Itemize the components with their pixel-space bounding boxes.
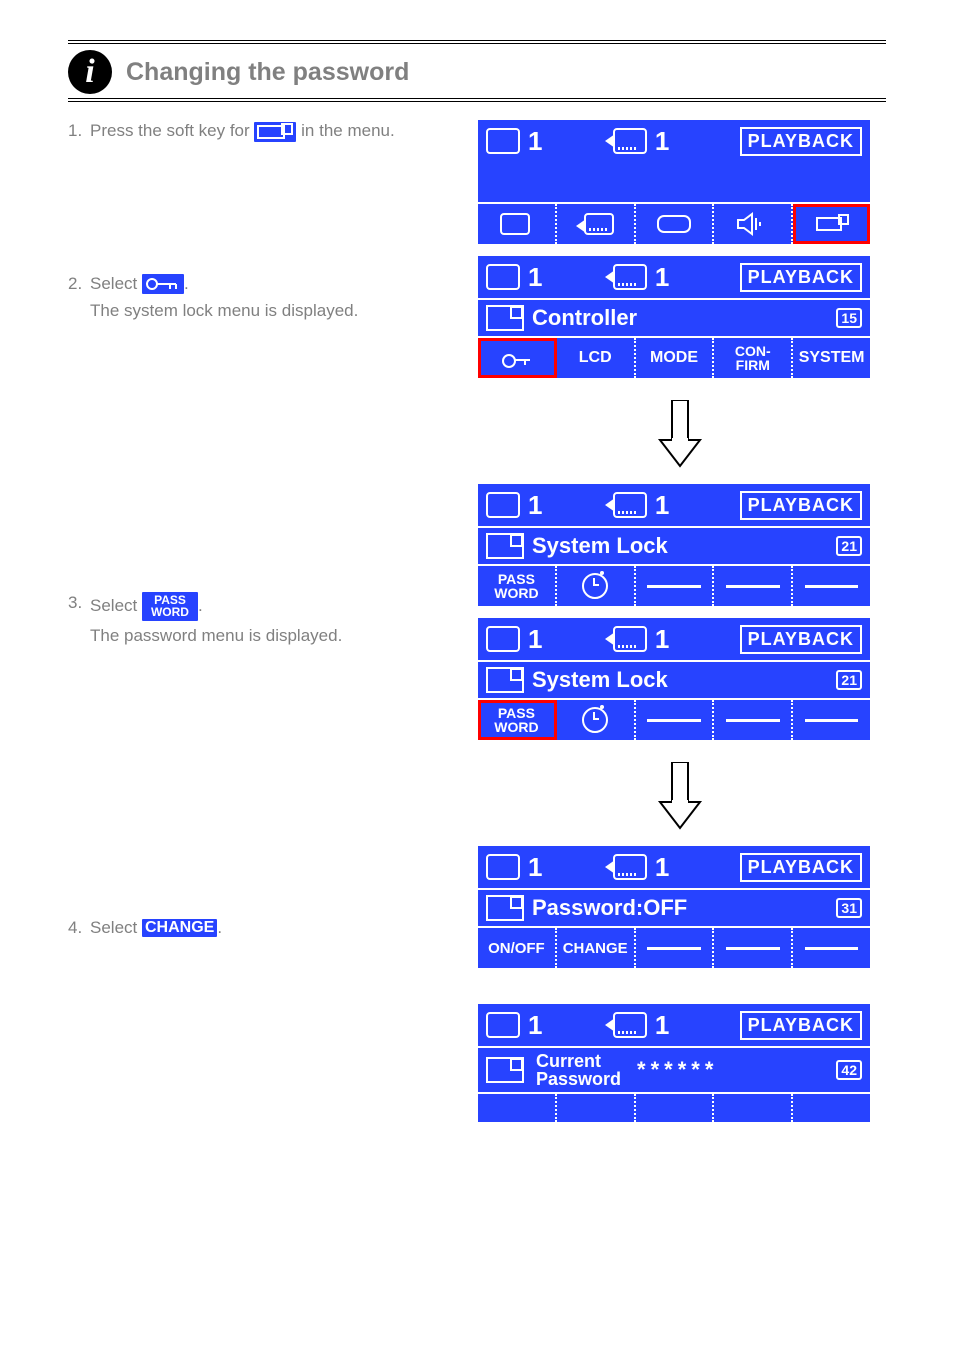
- step-3: 3. Select PASS WORD. The password menu i…: [68, 592, 458, 648]
- tab-clock[interactable]: [557, 566, 636, 606]
- arrow-down-icon: [478, 390, 882, 484]
- screen-password: 1 1 PLAYBACK Password:OFF 31 ON/OFF CHAN…: [478, 846, 870, 968]
- tab-confirm[interactable]: CON- FIRM: [714, 338, 793, 378]
- menu-speaker-icon[interactable]: [714, 204, 793, 244]
- password-title: Password:OFF: [532, 895, 836, 921]
- tab-clock[interactable]: [557, 700, 636, 740]
- tab-onoff[interactable]: ON/OFF: [478, 928, 557, 968]
- system-lock-title: System Lock: [532, 533, 836, 559]
- screen-current-password: 1 1 PLAYBACK Current Password ****** 42: [478, 1004, 870, 1122]
- empty-tab: [478, 1094, 557, 1122]
- menu-disc-icon[interactable]: [636, 204, 715, 244]
- page-number: 15: [836, 308, 862, 328]
- password-icon: PASS WORD: [142, 592, 198, 621]
- controller-title: Controller: [532, 305, 836, 331]
- menu-camera-icon[interactable]: [557, 204, 636, 244]
- tab-empty: [714, 566, 793, 606]
- section-title: Changing the password: [126, 58, 409, 87]
- key-icon: [142, 274, 184, 294]
- camera-number: 1: [655, 126, 669, 157]
- monitor-icon: [486, 128, 520, 154]
- monitor-number: 1: [528, 126, 542, 157]
- controller-title-icon: [486, 305, 524, 331]
- tab-password[interactable]: PASS WORD: [478, 700, 557, 740]
- tab-lcd[interactable]: LCD: [557, 338, 636, 378]
- tab-empty: [636, 566, 715, 606]
- controller-icon: [254, 122, 296, 142]
- menu-controller-icon[interactable]: [793, 204, 870, 244]
- menu-monitor-icon[interactable]: [478, 204, 557, 244]
- playback-badge: PLAYBACK: [740, 127, 862, 156]
- tab-key[interactable]: [478, 338, 557, 378]
- step-4: 4. Select CHANGE.: [68, 917, 458, 940]
- tab-change[interactable]: CHANGE: [557, 928, 636, 968]
- screen-system-lock-highlight: 1 1 PLAYBACK System Lock 21 PASS WORD: [478, 618, 870, 740]
- screen-system-lock: 1 1 PLAYBACK System Lock 21 PASS WORD: [478, 484, 870, 606]
- camera-icon: [613, 128, 647, 154]
- screen-controller: 1 1 PLAYBACK Controller 15 LCD MODE CON-…: [478, 256, 870, 378]
- screen-menu: 1 1 PLAYBACK: [478, 120, 870, 244]
- password-stars: ******: [637, 1057, 836, 1083]
- change-icon: CHANGE: [142, 919, 217, 937]
- current-password-label: Current Password: [536, 1052, 621, 1088]
- tab-mode[interactable]: MODE: [636, 338, 715, 378]
- step-1: 1. Press the soft key for in the menu.: [68, 120, 458, 143]
- tab-password[interactable]: PASS WORD: [478, 566, 557, 606]
- tab-system[interactable]: SYSTEM: [793, 338, 870, 378]
- step-2: 2. Select . The system lock menu is disp…: [68, 273, 458, 323]
- page-number: 21: [836, 536, 862, 556]
- info-icon: i: [68, 50, 112, 94]
- arrow-down-icon: [478, 752, 882, 846]
- controller-title-icon: [486, 533, 524, 559]
- tab-empty: [793, 566, 870, 606]
